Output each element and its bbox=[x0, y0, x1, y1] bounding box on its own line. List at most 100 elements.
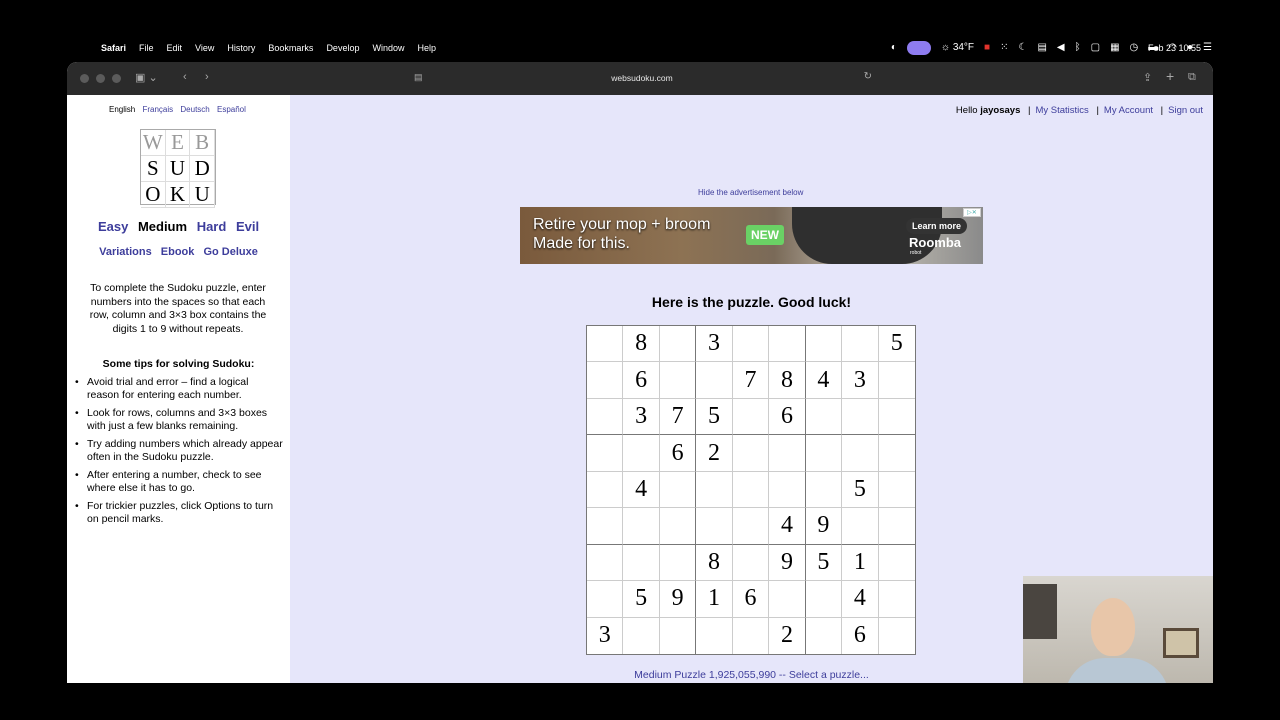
sudoku-input-cell[interactable] bbox=[659, 471, 697, 509]
sudoku-input-cell[interactable] bbox=[659, 326, 697, 363]
address-bar[interactable]: ▤ websudoku.com ↻ bbox=[409, 69, 875, 89]
lang-spanish[interactable]: Español bbox=[217, 105, 246, 114]
menu-edit[interactable]: Edit bbox=[167, 43, 183, 53]
lang-english[interactable]: English bbox=[109, 105, 135, 114]
sudoku-input-cell[interactable] bbox=[732, 435, 770, 472]
sudoku-input-cell[interactable] bbox=[733, 617, 770, 654]
ebook-link[interactable]: Ebook bbox=[161, 246, 195, 258]
close-window-button[interactable] bbox=[80, 74, 89, 83]
back-icon[interactable]: ‹ bbox=[183, 71, 187, 83]
new-tab-icon[interactable]: + bbox=[1166, 68, 1174, 84]
sudoku-input-cell[interactable] bbox=[660, 617, 697, 654]
sudoku-input-cell[interactable] bbox=[623, 544, 660, 582]
sudoku-input-cell[interactable] bbox=[769, 435, 806, 472]
go-deluxe-link[interactable]: Go Deluxe bbox=[203, 246, 257, 258]
bluetooth-icon[interactable]: ᛒ bbox=[1075, 41, 1081, 55]
sudoku-input-cell[interactable] bbox=[696, 362, 733, 399]
sudoku-input-cell[interactable] bbox=[878, 399, 915, 436]
display-icon[interactable]: ▤ bbox=[1037, 41, 1046, 55]
time-machine-icon[interactable]: ◷ bbox=[1130, 41, 1139, 55]
sudoku-input-cell[interactable] bbox=[879, 618, 915, 654]
websudoku-logo[interactable]: W E B S U D O K U bbox=[140, 129, 216, 208]
menu-window[interactable]: Window bbox=[372, 43, 404, 53]
sudoku-input-cell[interactable] bbox=[842, 326, 879, 363]
ad-learn-more-button[interactable]: Learn more bbox=[906, 218, 968, 234]
volume-icon[interactable]: ◀ bbox=[1057, 41, 1065, 55]
weather-widget[interactable]: ☼ 34°F bbox=[941, 41, 974, 55]
puzzle-footer-link[interactable]: Medium Puzzle 1,925,055,990 -- Select a … bbox=[520, 669, 983, 681]
sudoku-input-cell[interactable] bbox=[878, 581, 915, 618]
grid-icon[interactable]: ⁙ bbox=[1000, 41, 1008, 55]
sudoku-input-cell[interactable] bbox=[842, 398, 879, 436]
sudoku-input-cell[interactable] bbox=[587, 581, 624, 618]
sudoku-input-cell[interactable] bbox=[587, 471, 624, 509]
sudoku-input-cell[interactable] bbox=[805, 581, 843, 618]
sudoku-input-cell[interactable] bbox=[732, 508, 770, 545]
menu-clock[interactable]: Feb 23 10:55 bbox=[1148, 43, 1201, 53]
minimize-window-button[interactable] bbox=[96, 74, 105, 83]
sudoku-input-cell[interactable] bbox=[878, 362, 915, 399]
moon-icon[interactable]: ☾ bbox=[1018, 41, 1027, 55]
sudoku-input-cell[interactable] bbox=[769, 326, 806, 363]
sudoku-input-cell[interactable] bbox=[805, 326, 843, 363]
sudoku-input-cell[interactable] bbox=[659, 544, 697, 582]
menu-app-name[interactable]: Safari bbox=[101, 43, 126, 53]
sudoku-input-cell[interactable] bbox=[769, 471, 806, 509]
sudoku-input-cell[interactable] bbox=[878, 435, 915, 472]
share-icon[interactable]: ⇪ bbox=[1143, 71, 1152, 84]
sudoku-input-cell[interactable] bbox=[732, 471, 770, 509]
lang-french[interactable]: Français bbox=[142, 105, 173, 114]
sudoku-input-cell[interactable] bbox=[842, 508, 879, 545]
sudoku-input-cell[interactable] bbox=[623, 508, 660, 545]
sudoku-input-cell[interactable] bbox=[696, 508, 733, 545]
sudoku-input-cell[interactable] bbox=[587, 398, 624, 436]
sudoku-input-cell[interactable] bbox=[732, 398, 770, 436]
zoom-window-button[interactable] bbox=[112, 74, 121, 83]
sudoku-input-cell[interactable] bbox=[587, 544, 624, 582]
control-center-icon[interactable]: ☰ bbox=[1203, 41, 1212, 55]
focus-icon[interactable]: ◐ bbox=[891, 41, 897, 55]
sudoku-input-cell[interactable] bbox=[696, 471, 733, 509]
sudoku-input-cell[interactable] bbox=[805, 398, 843, 436]
tab-overview-icon[interactable]: ⧉ bbox=[1188, 71, 1196, 84]
sudoku-input-cell[interactable] bbox=[587, 508, 624, 545]
menu-help[interactable]: Help bbox=[417, 43, 436, 53]
level-medium[interactable]: Medium bbox=[138, 219, 187, 234]
sudoku-input-cell[interactable] bbox=[806, 617, 843, 654]
window-icon[interactable]: ▢ bbox=[1091, 41, 1100, 55]
sudoku-input-cell[interactable] bbox=[732, 544, 770, 582]
sidebar-toggle-icon[interactable]: ▣ ⌄ bbox=[135, 71, 158, 84]
sudoku-input-cell[interactable] bbox=[623, 435, 660, 472]
menu-history[interactable]: History bbox=[227, 43, 255, 53]
sign-out-link[interactable]: Sign out bbox=[1168, 105, 1203, 116]
sudoku-input-cell[interactable] bbox=[732, 326, 770, 363]
sudoku-input-cell[interactable] bbox=[587, 362, 624, 399]
level-easy[interactable]: Easy bbox=[98, 219, 128, 234]
sudoku-input-cell[interactable] bbox=[842, 435, 879, 472]
url-text[interactable]: websudoku.com bbox=[409, 73, 875, 83]
menu-file[interactable]: File bbox=[139, 43, 154, 53]
sudoku-input-cell[interactable] bbox=[696, 617, 733, 654]
menu-develop[interactable]: Develop bbox=[326, 43, 359, 53]
my-account-link[interactable]: My Account bbox=[1104, 105, 1153, 116]
advertisement-banner[interactable]: Retire your mop + broom Made for this. N… bbox=[520, 207, 983, 264]
sudoku-input-cell[interactable] bbox=[659, 362, 697, 399]
menu-view[interactable]: View bbox=[195, 43, 214, 53]
sudoku-input-cell[interactable] bbox=[878, 545, 915, 582]
variations-link[interactable]: Variations bbox=[99, 246, 152, 258]
sudoku-input-cell[interactable] bbox=[587, 435, 624, 472]
recording-icon[interactable]: ■ bbox=[984, 41, 990, 55]
keyboard-icon[interactable]: ▦ bbox=[1110, 41, 1119, 55]
sudoku-input-cell[interactable] bbox=[769, 581, 806, 618]
adchoices-icon[interactable]: ▷✕ bbox=[963, 208, 981, 217]
level-hard[interactable]: Hard bbox=[197, 219, 227, 234]
sudoku-input-cell[interactable] bbox=[587, 326, 624, 363]
forward-icon[interactable]: › bbox=[205, 71, 209, 83]
menu-bookmarks[interactable]: Bookmarks bbox=[268, 43, 313, 53]
sudoku-input-cell[interactable] bbox=[805, 435, 843, 472]
sudoku-input-cell[interactable] bbox=[659, 508, 697, 545]
hide-ad-link[interactable]: Hide the advertisement below bbox=[698, 188, 803, 197]
sudoku-input-cell[interactable] bbox=[805, 471, 843, 509]
reload-icon[interactable]: ↻ bbox=[864, 71, 872, 82]
sudoku-input-cell[interactable] bbox=[878, 508, 915, 545]
